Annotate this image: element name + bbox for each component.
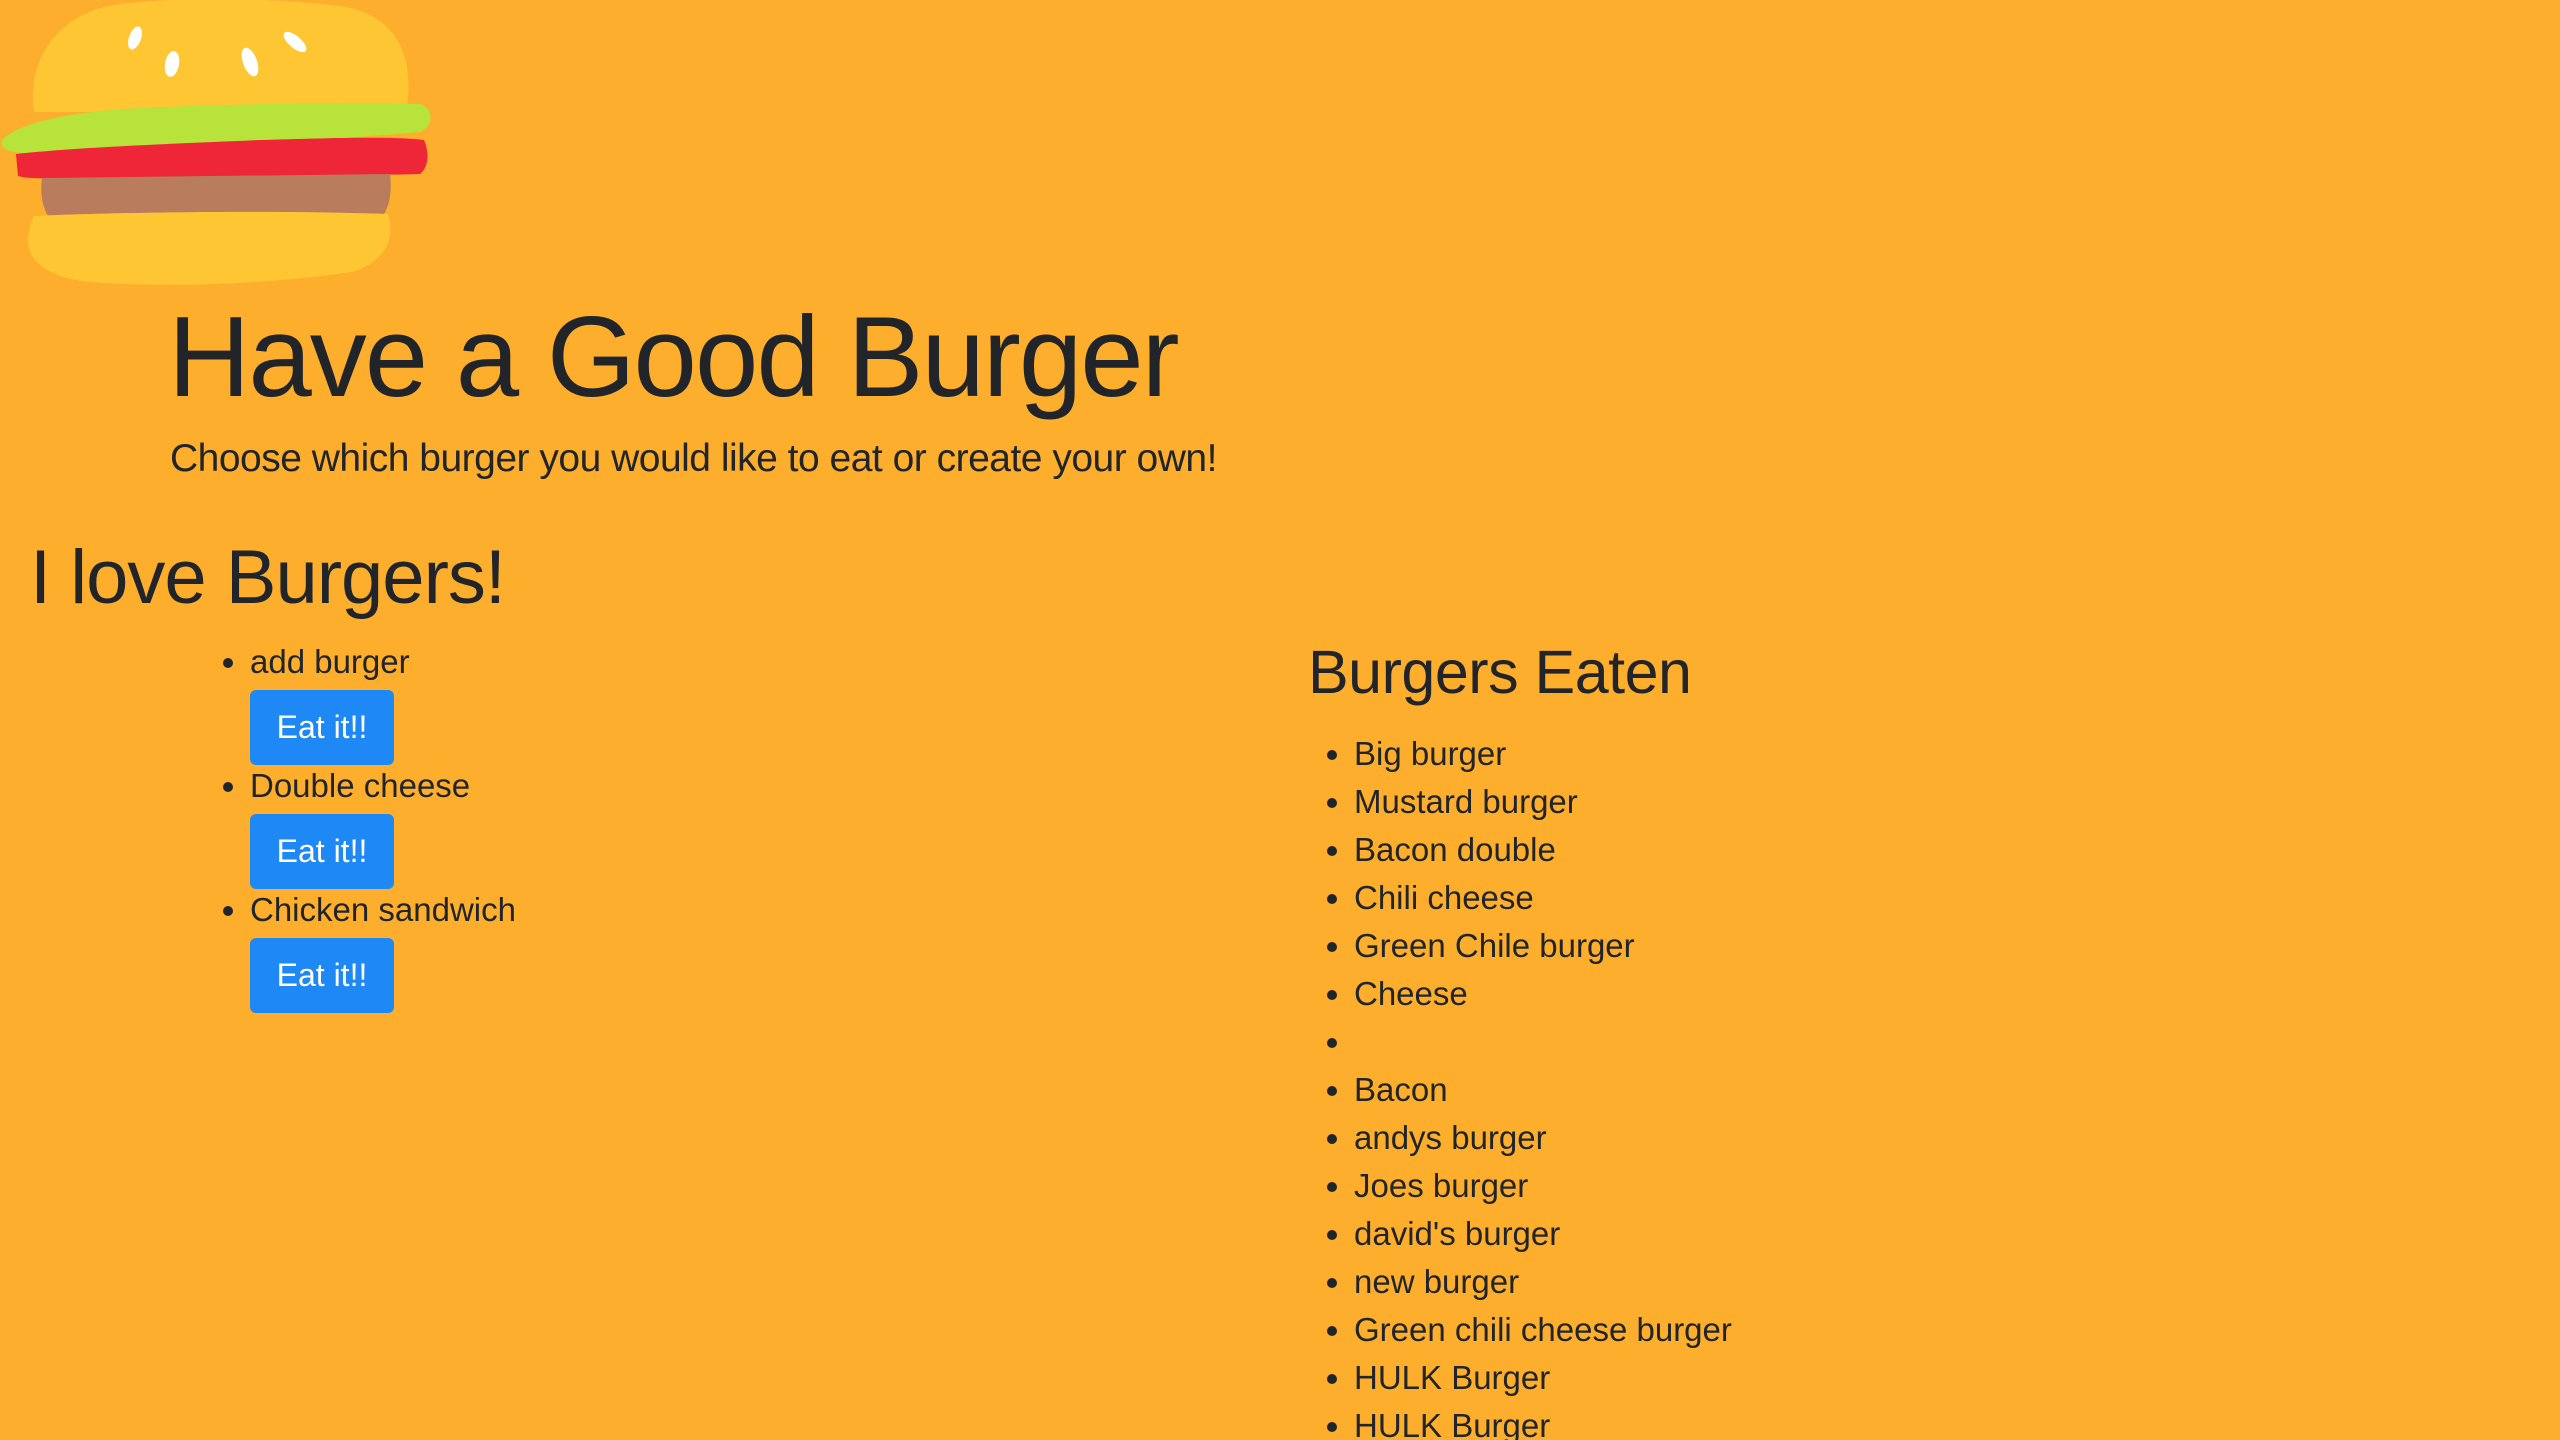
eaten-list-item: HULK Burger — [1354, 1402, 1732, 1440]
eaten-list-item: Chili cheese — [1354, 874, 1732, 922]
burger-name: add burger — [250, 643, 410, 680]
page: Have a Good Burger Choose which burger y… — [0, 0, 2560, 1440]
eaten-list-item: Mustard burger — [1354, 778, 1732, 826]
eaten-list-item: Big burger — [1354, 730, 1732, 778]
eaten-list-item: new burger — [1354, 1258, 1732, 1306]
eaten-list-item: andys burger — [1354, 1114, 1732, 1162]
eaten-list-item — [1354, 1018, 1732, 1066]
top-bun — [32, 0, 409, 112]
eaten-list-item: david's burger — [1354, 1210, 1732, 1258]
eat-it-button[interactable]: Eat it!! — [250, 814, 394, 889]
burger-logo-icon — [2, 0, 431, 285]
page-subtitle: Choose which burger you would like to ea… — [170, 437, 1217, 480]
patty — [41, 174, 391, 216]
burger-name: Chicken sandwich — [250, 891, 516, 928]
eaten-list-item: Bacon double — [1354, 826, 1732, 874]
burger-list-item: Chicken sandwich Eat it!! — [250, 886, 516, 1013]
eat-it-button[interactable]: Eat it!! — [250, 690, 394, 765]
eaten-list-item: Green Chile burger — [1354, 922, 1732, 970]
page-title: Have a Good Burger — [168, 294, 1180, 421]
menu-heading: I love Burgers! — [30, 535, 506, 620]
eaten-list-item: Bacon — [1354, 1066, 1732, 1114]
eat-it-button[interactable]: Eat it!! — [250, 938, 394, 1013]
eaten-list-item: Green chili cheese burger — [1354, 1306, 1732, 1354]
burger-list-item: Double cheese Eat it!! — [250, 762, 516, 889]
burgers-eaten-list: Big burger Mustard burger Bacon double C… — [1354, 730, 1732, 1440]
bottom-bun — [28, 211, 391, 285]
eaten-list-item: HULK Burger — [1354, 1354, 1732, 1402]
eaten-list-item: Cheese — [1354, 970, 1732, 1018]
eaten-list-item: Joes burger — [1354, 1162, 1732, 1210]
burgers-eaten-heading: Burgers Eaten — [1308, 638, 1692, 706]
burger-list: add burger Eat it!! Double cheese Eat it… — [250, 638, 516, 1013]
burger-list-item: add burger Eat it!! — [250, 638, 516, 765]
burger-name: Double cheese — [250, 767, 471, 804]
